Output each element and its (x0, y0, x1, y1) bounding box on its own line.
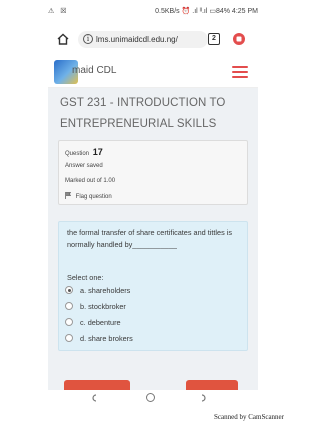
home-circle-icon[interactable] (146, 393, 155, 402)
option-label: a. shareholders (80, 286, 131, 295)
radio-button[interactable] (65, 318, 73, 326)
site-name: maid CDL (72, 65, 117, 76)
option-label: d. share brokers (80, 334, 133, 343)
question-number-row: Question 17 (65, 147, 103, 157)
option-label: b. stockbroker (80, 302, 126, 311)
notification-icons: ⚠ ☒ (48, 8, 69, 15)
back-icon[interactable] (90, 394, 98, 402)
marks-info: Marked out of 1.00 (65, 178, 116, 184)
recent-apps-icon[interactable] (200, 394, 208, 402)
option-b[interactable]: b. stockbroker (65, 301, 126, 313)
home-icon[interactable] (56, 32, 70, 46)
radio-button[interactable] (65, 302, 73, 310)
address-bar[interactable]: i lms.unimaidcdl.edu.ng/ (78, 31, 208, 48)
radio-button[interactable] (65, 334, 73, 342)
flag-question-link[interactable]: Flag question (65, 192, 112, 200)
system-nav-bar (48, 390, 258, 406)
option-c[interactable]: c. debenture (65, 317, 121, 329)
previous-page-button[interactable] (64, 380, 130, 390)
flag-question-label: Flag question (75, 194, 112, 200)
option-d[interactable]: d. share brokers (65, 333, 133, 345)
option-a[interactable]: a. shareholders (65, 285, 130, 297)
site-header: maid CDL (48, 56, 258, 88)
tab-switcher-icon[interactable]: 2 (208, 33, 220, 45)
status-bar: ⚠ ☒ 0.5KB/s ⏰ .ıl ᴵᴵ.ıl ▭84% 4:25 PM (48, 6, 258, 20)
info-icon[interactable]: i (83, 34, 93, 44)
radio-button-selected[interactable] (65, 286, 73, 294)
question-text: the formal transfer of share certificate… (67, 228, 233, 249)
extension-icon[interactable] (232, 32, 246, 46)
question-label: Question (65, 151, 90, 157)
status-indicators: 0.5KB/s ⏰ .ıl ᴵᴵ.ıl ▭84% 4:25 PM (155, 8, 258, 15)
option-label: c. debenture (80, 318, 121, 327)
camscanner-watermark: Scanned by CamScanner (214, 413, 284, 421)
question-info-box: Question 17 Answer saved Marked out of 1… (58, 140, 248, 205)
url-text: lms.unimaidcdl.edu.ng/ (96, 35, 178, 44)
next-page-button[interactable] (186, 380, 238, 390)
hamburger-menu-icon[interactable] (232, 66, 248, 78)
course-title: GST 231 - INTRODUCTION TO ENTREPRENEURIA… (60, 97, 226, 130)
answer-status: Answer saved (65, 163, 103, 169)
quiz-page: GST 231 - INTRODUCTION TO ENTREPRENEURIA… (48, 88, 258, 390)
question-box: the formal transfer of share certificate… (58, 221, 248, 351)
flag-icon (65, 192, 71, 199)
question-number: 17 (92, 147, 103, 157)
browser-toolbar: i lms.unimaidcdl.edu.ng/ 2 (48, 24, 258, 56)
select-one-label: Select one: (67, 273, 104, 282)
